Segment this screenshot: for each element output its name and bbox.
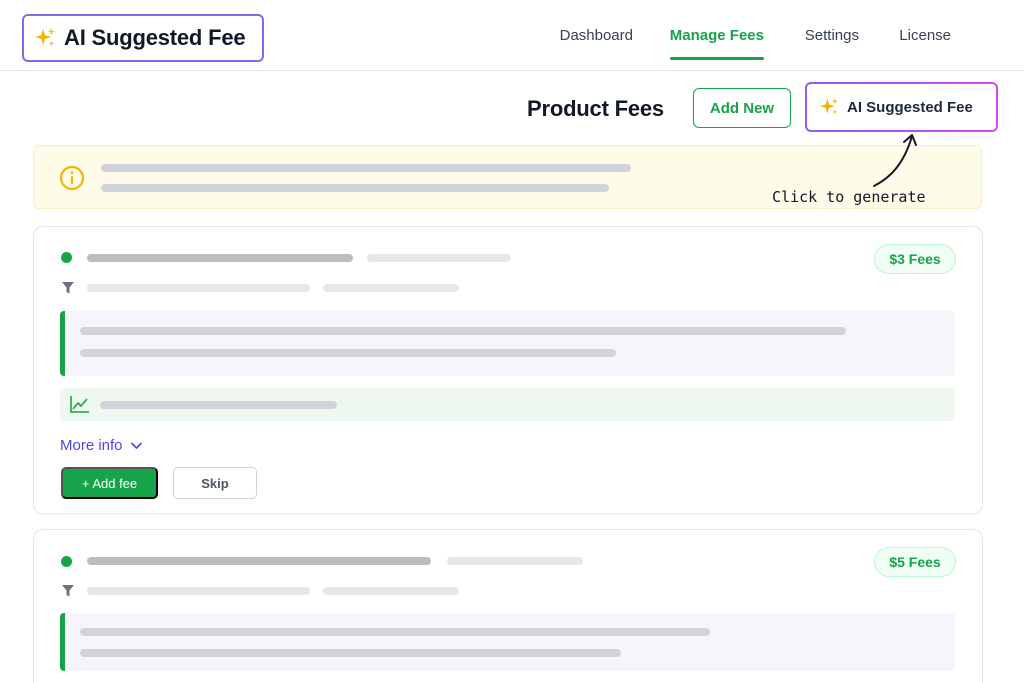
more-info-toggle[interactable]: More info: [60, 437, 142, 454]
callout-text: Click to generate: [772, 188, 926, 206]
description-placeholder: [80, 349, 616, 357]
trend-box: [60, 388, 955, 421]
product-name-placeholder: [87, 254, 353, 262]
brand-logo[interactable]: AI Suggested Fee: [22, 14, 264, 62]
fee-badge: $5 Fees: [874, 547, 956, 577]
sparkles-icon: [819, 97, 839, 117]
filter-icon: [62, 282, 74, 294]
ai-button-label: AI Suggested Fee: [847, 98, 973, 116]
skip-button[interactable]: Skip: [173, 467, 257, 499]
banner-text-placeholder: [101, 164, 631, 172]
brand-title: AI Suggested Fee: [64, 25, 246, 50]
filter-placeholder: [87, 284, 310, 292]
nav-active-underline: [670, 57, 764, 60]
fee-card: $3 Fees More info + Add fee Skip: [33, 226, 983, 514]
ai-suggested-fee-button[interactable]: AI Suggested Fee: [805, 82, 998, 132]
top-bar: AI Suggested Fee Dashboard Manage Fees S…: [0, 0, 1024, 71]
nav-item-license[interactable]: License: [899, 27, 951, 44]
fee-card: $5 Fees: [33, 529, 983, 682]
description-box: [60, 311, 955, 376]
trend-placeholder: [100, 401, 337, 409]
add-new-button[interactable]: Add New: [693, 88, 791, 128]
chevron-down-icon: [130, 442, 142, 449]
description-box: [60, 613, 955, 671]
description-placeholder: [80, 628, 710, 636]
filter-icon: [62, 585, 74, 597]
trend-chart-icon: [70, 396, 89, 413]
description-placeholder: [80, 327, 846, 335]
status-dot: [61, 556, 72, 567]
add-fee-button[interactable]: + Add fee: [61, 467, 158, 499]
product-meta-placeholder: [367, 254, 511, 262]
sparkles-icon: [34, 27, 56, 49]
banner-text-placeholder: [101, 184, 609, 192]
nav-item-manage-fees[interactable]: Manage Fees: [670, 27, 764, 44]
nav-item-settings[interactable]: Settings: [805, 27, 859, 44]
filter-placeholder: [87, 587, 310, 595]
product-name-placeholder: [87, 557, 431, 565]
callout-arrow-icon: [873, 134, 917, 187]
filter-placeholder: [323, 587, 459, 595]
status-dot: [61, 252, 72, 263]
info-icon: [59, 165, 85, 191]
filter-placeholder: [323, 284, 459, 292]
fee-badge: $3 Fees: [874, 244, 956, 274]
page-title: Product Fees: [527, 96, 664, 121]
product-meta-placeholder: [447, 557, 583, 565]
nav-item-dashboard[interactable]: Dashboard: [560, 27, 633, 44]
description-placeholder: [80, 649, 621, 657]
more-info-label: More info: [60, 437, 123, 454]
